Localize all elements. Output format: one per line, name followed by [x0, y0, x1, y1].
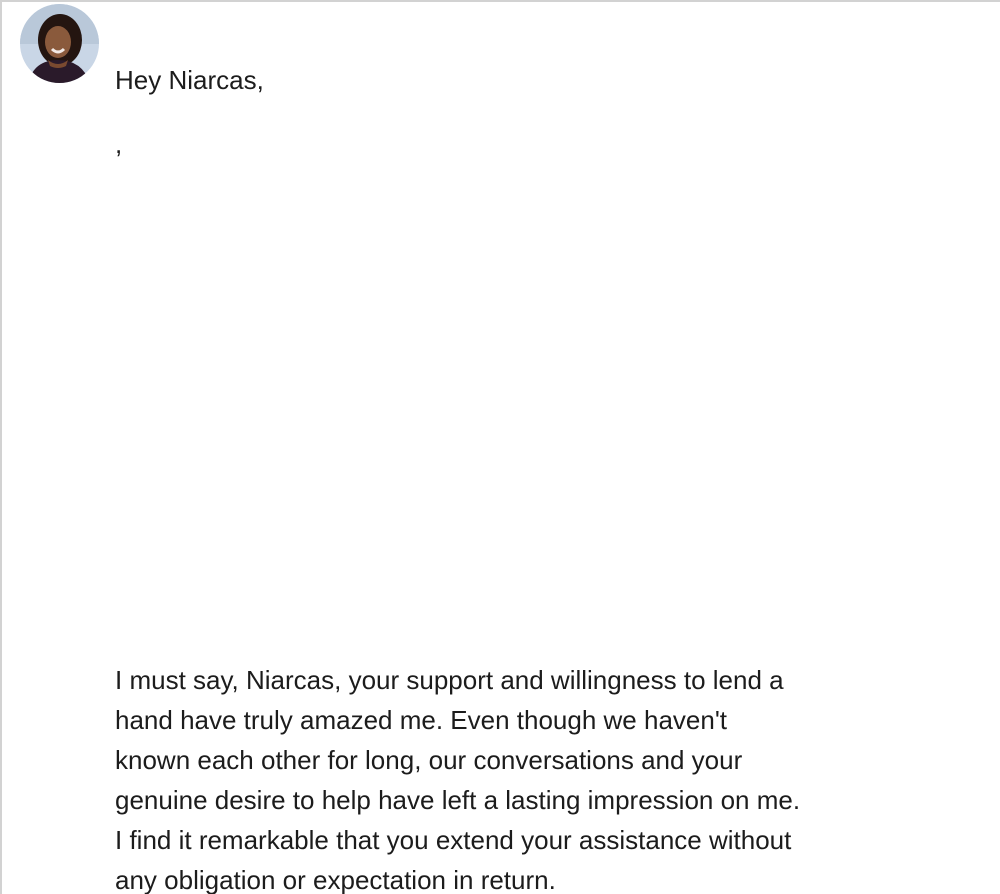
body-line: I must say, Niarcas, your support and wi… [115, 665, 784, 695]
greeting-text: Hey Niarcas, [115, 65, 264, 95]
body-line: hand have truly amazed me. Even though w… [115, 705, 728, 735]
sender-avatar[interactable] [20, 4, 99, 83]
message-body: I must say, Niarcas, your support and wi… [115, 660, 935, 894]
stray-comma-line: , [115, 129, 123, 159]
body-line: genuine desire to help have left a lasti… [115, 785, 801, 815]
message-pane: Hey Niarcas, , I must say, Niarcas, your… [0, 0, 1000, 894]
body-line: known each other for long, our conversat… [115, 745, 743, 775]
body-line: any obligation or expectation in return. [115, 865, 556, 894]
body-line: I find it remarkable that you extend you… [115, 825, 792, 855]
profile-photo-icon [20, 4, 99, 83]
